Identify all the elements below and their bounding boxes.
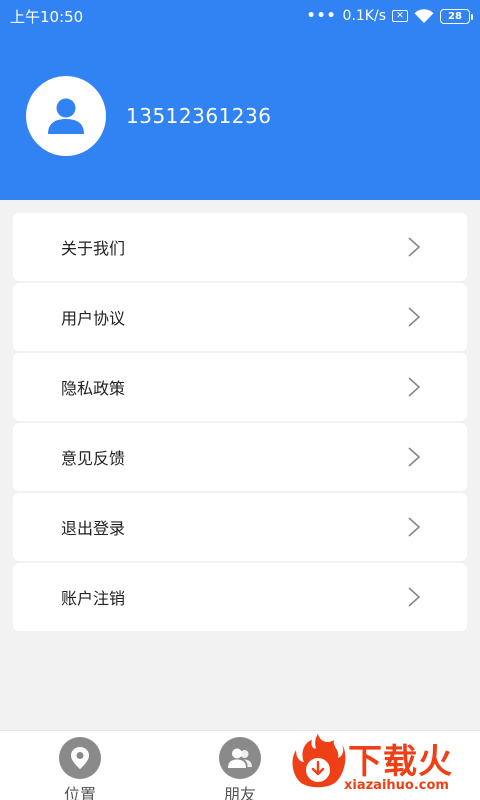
menu-item-label: 账户注销 xyxy=(61,589,126,608)
location-pin-icon xyxy=(59,737,101,779)
chevron-right-icon xyxy=(408,377,421,397)
phone-number: 13512361236 xyxy=(126,104,272,128)
no-sim-mark: ✕ xyxy=(396,10,404,21)
menu-item-delete-account[interactable]: 账户注销 xyxy=(13,563,467,631)
avatar[interactable] xyxy=(26,76,106,156)
status-bar: 上午10:50 ••• 0.1K/s ✕ 28 xyxy=(0,0,480,32)
friends-icon xyxy=(219,737,261,779)
settings-menu: 关于我们 用户协议 隐私政策 意见反馈 退出登录 账户注销 xyxy=(13,213,467,633)
menu-item-label: 用户协议 xyxy=(61,309,126,328)
nav-label: 位置 xyxy=(63,785,96,800)
status-time: 上午10:50 xyxy=(10,7,84,26)
menu-item-feedback[interactable]: 意见反馈 xyxy=(13,423,467,491)
menu-item-privacy-policy[interactable]: 隐私政策 xyxy=(13,353,467,421)
chevron-right-icon xyxy=(408,447,421,467)
more-dots-icon: ••• xyxy=(306,8,337,24)
profile-header: 13512361236 xyxy=(0,32,480,200)
menu-item-label: 退出登录 xyxy=(61,519,126,538)
watermark-title: 下载火 xyxy=(348,742,453,782)
watermark-url: xiazaihuo.com xyxy=(344,778,449,793)
flame-download-icon xyxy=(292,734,346,788)
menu-item-logout[interactable]: 退出登录 xyxy=(13,493,467,561)
chevron-right-icon xyxy=(408,237,421,257)
menu-item-label: 意见反馈 xyxy=(61,449,126,468)
watermark-logo: 下载火 xiazaihuo.com xyxy=(282,730,480,800)
no-sim-icon: ✕ xyxy=(392,10,408,22)
nav-label: 朋友 xyxy=(223,785,256,800)
battery-icon: 28 xyxy=(440,8,473,24)
nav-item-friends[interactable]: 朋友 xyxy=(210,737,270,800)
battery-level: 28 xyxy=(448,10,462,22)
chevron-right-icon xyxy=(408,517,421,537)
menu-item-about-us[interactable]: 关于我们 xyxy=(13,213,467,281)
network-speed: 0.1K/s xyxy=(342,8,386,24)
menu-item-user-agreement[interactable]: 用户协议 xyxy=(13,283,467,351)
menu-item-label: 隐私政策 xyxy=(61,379,126,398)
menu-item-label: 关于我们 xyxy=(61,239,126,258)
chevron-right-icon xyxy=(408,587,421,607)
wifi-icon xyxy=(414,8,434,23)
nav-item-location[interactable]: 位置 xyxy=(50,737,110,800)
user-icon xyxy=(48,98,84,134)
status-indicators: ••• 0.1K/s ✕ 28 xyxy=(306,8,473,24)
chevron-right-icon xyxy=(408,307,421,327)
